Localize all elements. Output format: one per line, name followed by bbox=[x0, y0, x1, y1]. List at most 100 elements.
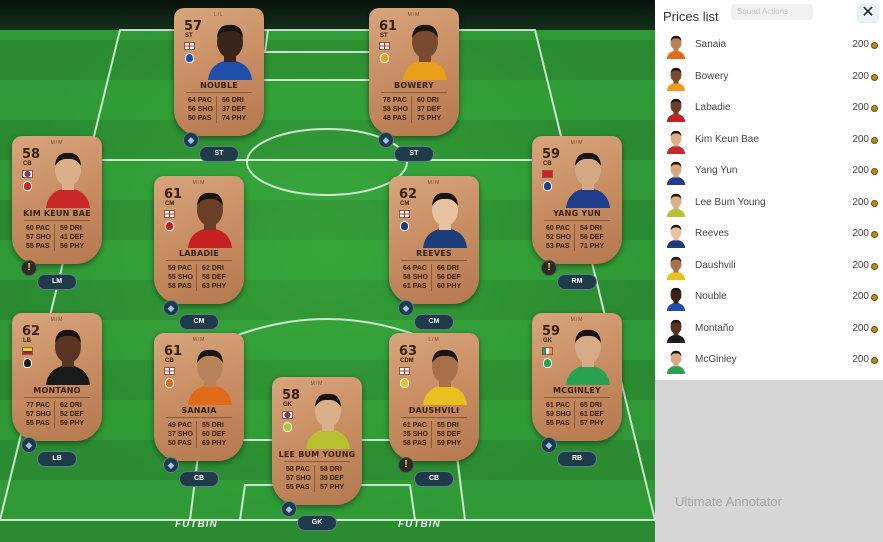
slot-position-badge[interactable]: ST bbox=[199, 146, 239, 162]
price-row[interactable]: Reeves 200 bbox=[655, 219, 883, 250]
price-row[interactable]: Labadie 200 bbox=[655, 93, 883, 124]
warning-icon[interactable]: ! bbox=[398, 457, 414, 473]
england-flag-icon bbox=[164, 210, 175, 218]
card-divider bbox=[166, 260, 232, 261]
price-row[interactable]: Daushvili 200 bbox=[655, 251, 883, 282]
player-card-daushvili[interactable]: L/M 63 CDM DAUSHVILI 61 PAC 35 SHO 58 PA… bbox=[389, 333, 479, 461]
futbin-logo: FUTBIN bbox=[398, 519, 441, 530]
slot-position-badge[interactable]: CB bbox=[414, 471, 454, 487]
slot-position-badge[interactable]: CM bbox=[414, 314, 454, 330]
price-value: 200 bbox=[852, 228, 869, 239]
chemistry-icon[interactable]: ◆ bbox=[21, 437, 37, 453]
stat-sho: 55 SHO bbox=[168, 274, 193, 281]
slot-position-badge[interactable]: RM bbox=[557, 274, 597, 290]
chemistry-icon[interactable]: ◆ bbox=[281, 501, 297, 517]
card-rating: 61 bbox=[164, 344, 183, 359]
stat-def: 37 DEF bbox=[417, 106, 441, 113]
player-avatar bbox=[665, 128, 687, 154]
card-player-name: SANAIA bbox=[181, 406, 217, 415]
price-row[interactable]: Nouble 200 bbox=[655, 282, 883, 313]
stat-pac: 59 PAC bbox=[168, 265, 192, 272]
slot-position-badge[interactable]: LB bbox=[37, 451, 77, 467]
stat-def: 56 DEF bbox=[580, 234, 604, 241]
price-row[interactable]: Sanaia 200 bbox=[655, 30, 883, 61]
price-row[interactable]: Montaño 200 bbox=[655, 314, 883, 345]
card-stats: 58 PAC 57 SHO 55 PAS 58 DRI 39 DEF 57 PH… bbox=[286, 465, 348, 492]
card-position: LB bbox=[23, 338, 31, 344]
price-value: 200 bbox=[852, 39, 869, 50]
chemistry-icon[interactable]: ◆ bbox=[183, 132, 199, 148]
card-position: GK bbox=[543, 338, 552, 344]
stat-pas: 58 PAS bbox=[168, 283, 192, 290]
player-card-kim[interactable]: M/M 58 CB KIM KEUN BAE 60 PAC 57 SHO 55 … bbox=[12, 136, 102, 264]
player-photo bbox=[562, 323, 614, 385]
player-card-bowery[interactable]: M/M 61 ST BOWERY 78 PAC 58 SHO 48 PAS 60… bbox=[369, 8, 459, 136]
player-card-yang[interactable]: M/M 59 CB YANG YUN 60 PAC 52 SHO 53 PAS … bbox=[532, 136, 622, 264]
coin-icon bbox=[871, 325, 878, 333]
card-stats: 49 PAC 37 SHO 50 PAS 55 DRI 60 DEF 69 PH… bbox=[168, 421, 230, 448]
price-row[interactable]: Kim Keun Bae 200 bbox=[655, 125, 883, 156]
coin-icon bbox=[871, 105, 878, 112]
club-badge-icon bbox=[165, 221, 174, 231]
card-stats: 59 PAC 55 SHO 58 PAS 62 DRI 58 DEF 63 PH… bbox=[168, 264, 230, 291]
stat-pas: 48 PAS bbox=[383, 115, 407, 122]
player-avatar bbox=[665, 96, 687, 122]
card-rating: 63 bbox=[399, 344, 418, 359]
card-player-name: LEE BUM YOUNG bbox=[278, 450, 356, 459]
card-rating: 61 bbox=[164, 187, 183, 202]
price-player-name: Daushvili bbox=[695, 259, 736, 271]
stat-pas: 58 PAS bbox=[403, 440, 427, 447]
slot-position-badge[interactable]: LM bbox=[37, 274, 77, 290]
card-divider bbox=[284, 461, 350, 462]
stat-pas: 55 PAS bbox=[546, 420, 570, 427]
slot-position-badge[interactable]: CM bbox=[179, 314, 219, 330]
price-row[interactable]: Yang Yun 200 bbox=[655, 156, 883, 187]
club-badge-icon bbox=[283, 422, 292, 432]
stat-phy: 63 PHY bbox=[202, 283, 227, 290]
slot-position-badge[interactable]: CB bbox=[179, 471, 219, 487]
slot-position-badge[interactable]: ST bbox=[394, 146, 434, 162]
player-card-nouble[interactable]: L/L 57 ST NOUBLE 64 PAC 56 SHO 50 PAS 56… bbox=[174, 8, 264, 136]
price-player-name: Sanaia bbox=[695, 39, 727, 50]
player-avatar bbox=[665, 159, 687, 185]
player-card-reeves[interactable]: M/M 62 CM REEVES 64 PAC 58 SHO 61 PAS 66… bbox=[389, 176, 479, 304]
stat-def: 58 DEF bbox=[202, 274, 226, 281]
price-row[interactable]: Lee Bum Young 200 bbox=[655, 188, 883, 219]
slot-position-badge[interactable]: GK bbox=[297, 515, 337, 531]
stat-dri: 62 DRI bbox=[60, 402, 82, 409]
stat-sho: 56 SHO bbox=[188, 106, 213, 113]
player-card-mcginley[interactable]: M/M 59 GK MCGINLEY 61 PAC 59 SHO 55 PAS … bbox=[532, 313, 622, 441]
club-badge-icon bbox=[23, 358, 32, 368]
stat-pas: 55 PAS bbox=[26, 243, 50, 250]
price-row[interactable]: McGinley 200 bbox=[655, 345, 883, 376]
warning-icon[interactable]: ! bbox=[21, 260, 37, 276]
south-korea-flag-icon bbox=[282, 411, 293, 419]
club-badge-icon bbox=[543, 181, 552, 191]
close-button[interactable]: ✕ bbox=[857, 3, 879, 23]
club-badge-icon bbox=[400, 221, 409, 231]
stat-pac: 77 PAC bbox=[26, 402, 50, 409]
card-rating: 61 bbox=[379, 19, 398, 34]
chemistry-icon[interactable]: ◆ bbox=[163, 300, 179, 316]
china-flag-icon bbox=[542, 170, 553, 178]
price-row[interactable]: Bowery 200 bbox=[655, 62, 883, 93]
warning-icon[interactable]: ! bbox=[541, 260, 557, 276]
card-rating: 57 bbox=[184, 19, 203, 34]
club-badge-icon bbox=[543, 358, 552, 368]
chemistry-icon[interactable]: ◆ bbox=[163, 457, 179, 473]
slot-position-badge[interactable]: RB bbox=[557, 451, 597, 467]
player-photo bbox=[399, 18, 451, 80]
player-card-sanaia[interactable]: M/M 61 CB SANAIA 49 PAC 37 SHO 50 PAS 55… bbox=[154, 333, 244, 461]
south-korea-flag-icon bbox=[22, 170, 33, 178]
player-card-montano[interactable]: M/M 62 LB MONTANO 77 PAC 57 SHO 55 PAS 6… bbox=[12, 313, 102, 441]
chemistry-icon[interactable]: ◆ bbox=[398, 300, 414, 316]
squad-actions-tab[interactable]: Squad Actions bbox=[731, 4, 813, 20]
player-card-labadie[interactable]: M/M 61 CM LABADIE 59 PAC 55 SHO 58 PAS 6… bbox=[154, 176, 244, 304]
chemistry-icon[interactable]: ◆ bbox=[541, 437, 557, 453]
chemistry-icon[interactable]: ◆ bbox=[378, 132, 394, 148]
stat-phy: 59 PHY bbox=[60, 420, 85, 427]
card-position: CM bbox=[165, 201, 175, 207]
card-position: CB bbox=[165, 358, 174, 364]
player-card-lee[interactable]: M/M 58 GK LEE BUM YOUNG 58 PAC 57 SHO 55… bbox=[272, 377, 362, 505]
card-rating: 62 bbox=[22, 324, 41, 339]
